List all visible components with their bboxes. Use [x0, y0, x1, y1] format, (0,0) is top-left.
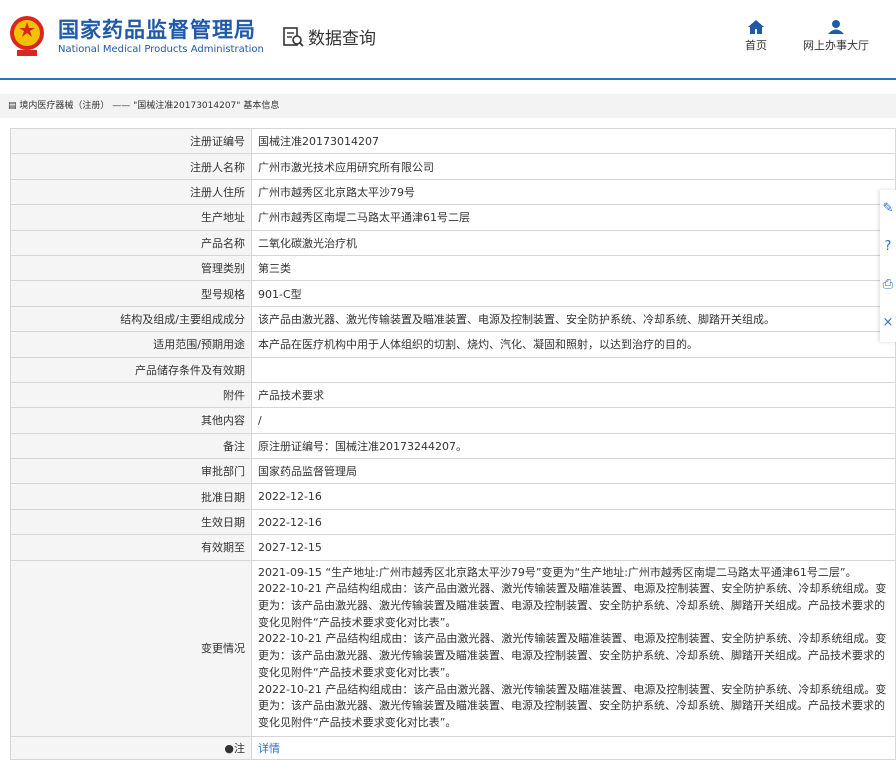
- row-value: 广州市越秀区南堤二马路太平通津61号二层: [251, 204, 896, 231]
- row-value: 2022-12-16: [251, 483, 896, 510]
- change-line: 2021-09-15 “生产地址:广州市越秀区北京路太平沙79号”变更为“生产地…: [258, 565, 857, 579]
- nav-online-service[interactable]: 网上办事大厅: [803, 20, 869, 53]
- table-row: 审批部门 国家药品监督管理局: [10, 458, 896, 485]
- row-label: ●注: [10, 735, 252, 760]
- detail-table: 注册证编号 国械注准20173014207 注册人名称 广州市激光技术应用研究所有限公…: [10, 127, 896, 760]
- help-icon[interactable]: ?: [885, 228, 892, 266]
- row-value: 广州市越秀区北京路太平沙79号: [251, 178, 896, 206]
- national-emblem-icon: [10, 16, 44, 56]
- row-label: 审批部门: [10, 458, 252, 485]
- table-row: 生产地址 广州市越秀区南堤二马路太平通津61号二层: [10, 204, 896, 231]
- row-label: 结构及组成/主要组成成分: [10, 305, 252, 333]
- row-value: 原注册证编号：国械注准20173244207。: [251, 432, 896, 460]
- breadcrumb-page: 基本信息: [243, 101, 280, 111]
- table-row: 附件 产品技术要求: [10, 381, 896, 409]
- document-icon: ▤: [8, 101, 17, 111]
- row-label: 产品名称: [10, 229, 252, 256]
- nav-online-service-label: 网上办事大厅: [803, 39, 869, 52]
- breadcrumb-record: "国械注准20173014207": [133, 101, 241, 111]
- site-header: 国家药品监督管理局 National Medical Products Admi…: [0, 0, 896, 80]
- row-label: 变更情况: [10, 559, 252, 737]
- row-label: 其他内容: [10, 407, 252, 434]
- table-row: 备注 原注册证编号：国械注准20173244207。: [10, 432, 896, 460]
- close-icon[interactable]: ×: [883, 304, 894, 342]
- user-icon: [828, 20, 844, 34]
- change-line: 2022-10-21 产品结构组成由：该产品由激光器、激光传输装置及瞄准装置、电…: [258, 582, 887, 629]
- table-row: 结构及组成/主要组成成分 该产品由激光器、激光传输装置及瞄准装置、电源及控制装置、…: [10, 305, 896, 333]
- row-label: 适用范围/预期用途: [10, 331, 252, 358]
- table-row: 适用范围/预期用途 本产品在医疗机构中用于人体组织的切割、烧灼、汽化、凝固和照射，…: [10, 331, 896, 358]
- breadcrumb: ▤ 境内医疗器械（注册） —— "国械注准20173014207" 基本信息: [0, 94, 896, 118]
- row-label: 生效日期: [10, 508, 252, 536]
- site-title[interactable]: 国家药品监督管理局: [58, 14, 256, 44]
- row-value: 国械注准20173014207: [251, 127, 896, 155]
- table-row: 变更情况 2021-09-15 “生产地址:广州市越秀区北京路太平沙79号”变更…: [10, 559, 896, 737]
- table-row: 型号规格 901-C型: [10, 280, 896, 307]
- row-value: 详情: [251, 735, 896, 760]
- edit-icon[interactable]: ✎: [883, 190, 894, 228]
- row-value: /: [251, 407, 896, 434]
- table-row: 注册证编号 国械注准20173014207: [10, 127, 896, 155]
- row-label: 注册人住所: [10, 178, 252, 206]
- table-row: 生效日期 2022-12-16: [10, 508, 896, 536]
- row-label: 备注: [10, 432, 252, 460]
- table-row: 产品名称 二氧化碳激光治疗机: [10, 229, 896, 256]
- breadcrumb-separator: ——: [112, 101, 131, 111]
- breadcrumb-category[interactable]: 境内医疗器械（注册）: [19, 101, 109, 111]
- table-row: 注册人名称 广州市激光技术应用研究所有限公司: [10, 153, 896, 180]
- table-row: 注册人住所 广州市越秀区北京路太平沙79号: [10, 178, 896, 206]
- row-value: 该产品由激光器、激光传输装置及瞄准装置、电源及控制装置、安全防护系统、冷却系统、…: [251, 305, 896, 333]
- row-value: 二氧化碳激光治疗机: [251, 229, 896, 256]
- row-label: 型号规格: [10, 280, 252, 307]
- row-value: 901-C型: [251, 280, 896, 307]
- change-line: 2022-10-21 产品结构组成由：该产品由激光器、激光传输装置及瞄准装置、电…: [258, 632, 887, 679]
- print-icon[interactable]: ⎙: [883, 266, 893, 304]
- row-label: 有效期至: [10, 534, 252, 561]
- data-query-link[interactable]: 数据查询: [282, 24, 376, 49]
- table-row: 其他内容 /: [10, 407, 896, 434]
- row-label: 注册人名称: [10, 153, 252, 180]
- row-value: 2022-12-16: [251, 508, 896, 536]
- row-label: 产品储存条件及有效期: [10, 356, 252, 383]
- data-query-icon: [283, 26, 304, 47]
- row-label: 管理类别: [10, 254, 252, 282]
- change-history: 2021-09-15 “生产地址:广州市越秀区北京路太平沙79号”变更为“生产地…: [251, 559, 896, 737]
- note-label: 注: [234, 741, 245, 755]
- table-row: 有效期至 2027-12-15: [10, 534, 896, 561]
- detail-link[interactable]: 详情: [258, 742, 280, 755]
- nav-home-label: 首页: [745, 39, 767, 52]
- table-row: 产品储存条件及有效期: [10, 356, 896, 383]
- row-label: 生产地址: [10, 204, 252, 231]
- row-value: 广州市激光技术应用研究所有限公司: [251, 153, 896, 180]
- row-value: [251, 356, 896, 383]
- table-row: 管理类别 第三类: [10, 254, 896, 282]
- comment-icon: ●: [224, 741, 234, 755]
- row-value: 产品技术要求: [251, 381, 896, 409]
- row-value: 国家药品监督管理局: [251, 458, 896, 485]
- row-value: 第三类: [251, 254, 896, 282]
- side-toolbar: ✎ ? ⎙ ×: [880, 190, 896, 342]
- home-icon: [748, 20, 764, 34]
- row-value: 2027-12-15: [251, 534, 896, 561]
- row-value: 本产品在医疗机构中用于人体组织的切割、烧灼、汽化、凝固和照射，以达到治疗的目的。: [251, 331, 896, 358]
- table-row: ●注 详情: [10, 735, 896, 760]
- table-row: 批准日期 2022-12-16: [10, 483, 896, 510]
- site-subtitle: National Medical Products Administration: [58, 44, 264, 55]
- row-label: 批准日期: [10, 483, 252, 510]
- data-query-label: 数据查询: [308, 29, 376, 49]
- row-label: 注册证编号: [10, 127, 252, 155]
- nav-home[interactable]: 首页: [745, 20, 767, 53]
- row-label: 附件: [10, 381, 252, 409]
- change-line: 2022-10-21 产品结构组成由：该产品由激光器、激光传输装置及瞄准装置、电…: [258, 682, 887, 729]
